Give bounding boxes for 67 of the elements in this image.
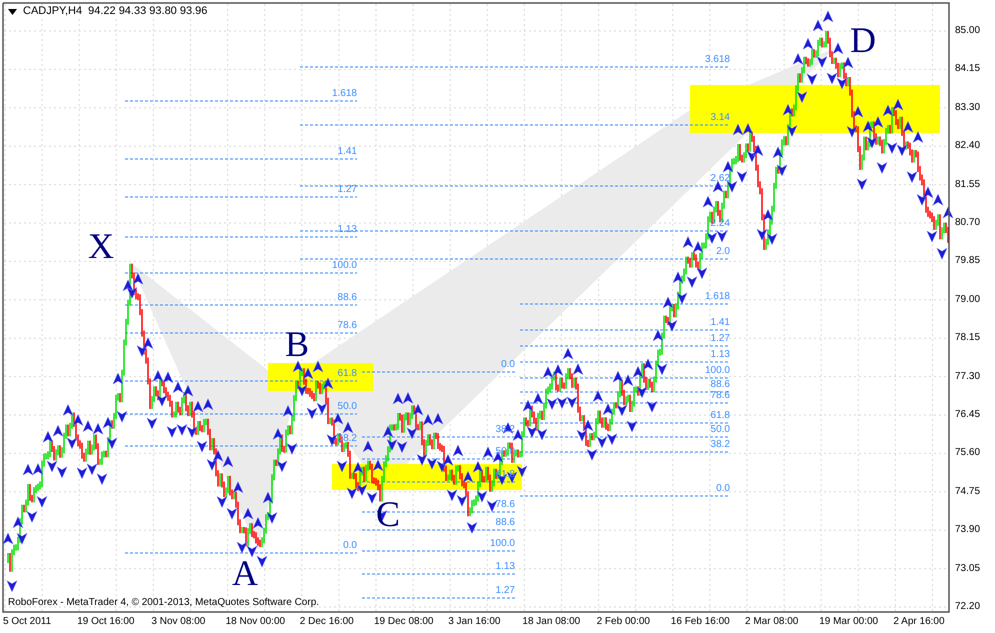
pattern-point-label: B xyxy=(285,326,310,362)
time-axis-label: 3 Nov 08:00 xyxy=(151,617,206,627)
price-axis-label: 76.45 xyxy=(955,410,980,420)
price-axis-label: 79.85 xyxy=(955,256,980,266)
fib-level-label: 100.0 xyxy=(332,261,357,271)
fib-level-label: 3.14 xyxy=(710,113,730,123)
fib-level-label: 61.8 xyxy=(338,369,357,379)
time-axis-label: 5 Oct 2011 xyxy=(3,617,52,627)
price-axis-label: 80.70 xyxy=(955,218,980,228)
fib-level-label: 1.13 xyxy=(710,350,730,360)
chart-title: CADJPY,H4 xyxy=(23,6,82,17)
time-axis-label: 2 Feb 00:00 xyxy=(596,617,650,627)
fib-level-label: 2.24 xyxy=(710,219,730,229)
pattern-point-label: A xyxy=(232,555,258,591)
fib-level-label: 61.8 xyxy=(710,411,730,421)
fib-level-label: 0.0 xyxy=(716,484,730,494)
time-axis-label: 3 Jan 16:00 xyxy=(448,617,500,627)
pattern-point-label: D xyxy=(850,22,876,58)
fib-level-label: 1.27 xyxy=(710,334,730,344)
price-axis-label: 73.05 xyxy=(955,564,980,574)
fib-level-label: 61.8 xyxy=(496,470,515,480)
price-axis-label: 85.00 xyxy=(955,26,980,36)
fib-level-label: 88.6 xyxy=(338,293,357,303)
fib-level-label: 88.6 xyxy=(710,380,730,390)
time-axis-label: 19 Dec 08:00 xyxy=(374,617,434,627)
fib-level-label: 50.0 xyxy=(710,425,730,435)
price-axis-label: 79.00 xyxy=(955,294,980,305)
pattern-point-label: X xyxy=(88,228,114,264)
fib-level-label: 1.41 xyxy=(710,318,730,328)
price-axis-label: 81.55 xyxy=(955,180,980,190)
fib-level-label: 1.618 xyxy=(704,292,730,302)
ohlc-values: 94.22 94.33 93.80 93.96 xyxy=(88,6,208,17)
dropdown-caret-icon[interactable] xyxy=(8,8,17,14)
fib-level-label: 1.41 xyxy=(338,147,357,157)
fib-level-label: 1.618 xyxy=(332,89,357,99)
fib-level-label: 1.27 xyxy=(496,586,515,596)
price-axis-label: 84.15 xyxy=(955,64,980,74)
fib-level-label: 0.0 xyxy=(343,541,357,551)
price-axis-label: 77.30 xyxy=(955,372,980,382)
fib-level-label: 100.0 xyxy=(704,366,730,376)
price-axis-label: 75.60 xyxy=(955,448,980,458)
time-axis-label: 18 Jan 08:00 xyxy=(522,617,580,627)
price-axis-label: 73.90 xyxy=(955,525,980,536)
fib-level-label: 50.0 xyxy=(338,402,357,412)
fib-level-label: 38.2 xyxy=(710,440,730,450)
fib-level-label: 78.6 xyxy=(496,500,515,510)
price-axis-label: 83.30 xyxy=(955,102,980,113)
fib-level-label: 78.6 xyxy=(338,321,357,331)
price-axis-label: 72.20 xyxy=(955,602,980,612)
price-axis-label: 78.15 xyxy=(955,333,980,344)
fib-level-label: 50.0 xyxy=(496,447,515,457)
fib-level-label: 88.6 xyxy=(496,518,515,528)
fib-level-label: 3.618 xyxy=(704,55,730,65)
fib-level-label: 100.0 xyxy=(490,539,515,549)
price-axis-label: 82.40 xyxy=(955,141,980,152)
copyright-text: RoboForex - MetaTrader 4, © 2001-2013, MetaQuotes Software Corp. xyxy=(8,598,320,608)
time-axis-label: 19 Mar 00:00 xyxy=(819,617,878,627)
fib-level-label: 1.13 xyxy=(496,562,515,572)
time-axis-label: 2 Dec 16:00 xyxy=(300,617,354,627)
fib-level-label: 2.0 xyxy=(716,247,730,257)
time-axis-label: 2 Apr 16:00 xyxy=(893,617,945,627)
time-axis-label: 16 Feb 16:00 xyxy=(670,617,730,627)
time-axis-label: 19 Oct 16:00 xyxy=(77,617,134,627)
price-axis-label: 74.75 xyxy=(955,486,980,497)
time-axis-label: 2 Mar 08:00 xyxy=(745,617,798,627)
fib-level-label: 0.0 xyxy=(501,360,515,370)
time-axis-label: 18 Nov 00:00 xyxy=(226,617,286,627)
